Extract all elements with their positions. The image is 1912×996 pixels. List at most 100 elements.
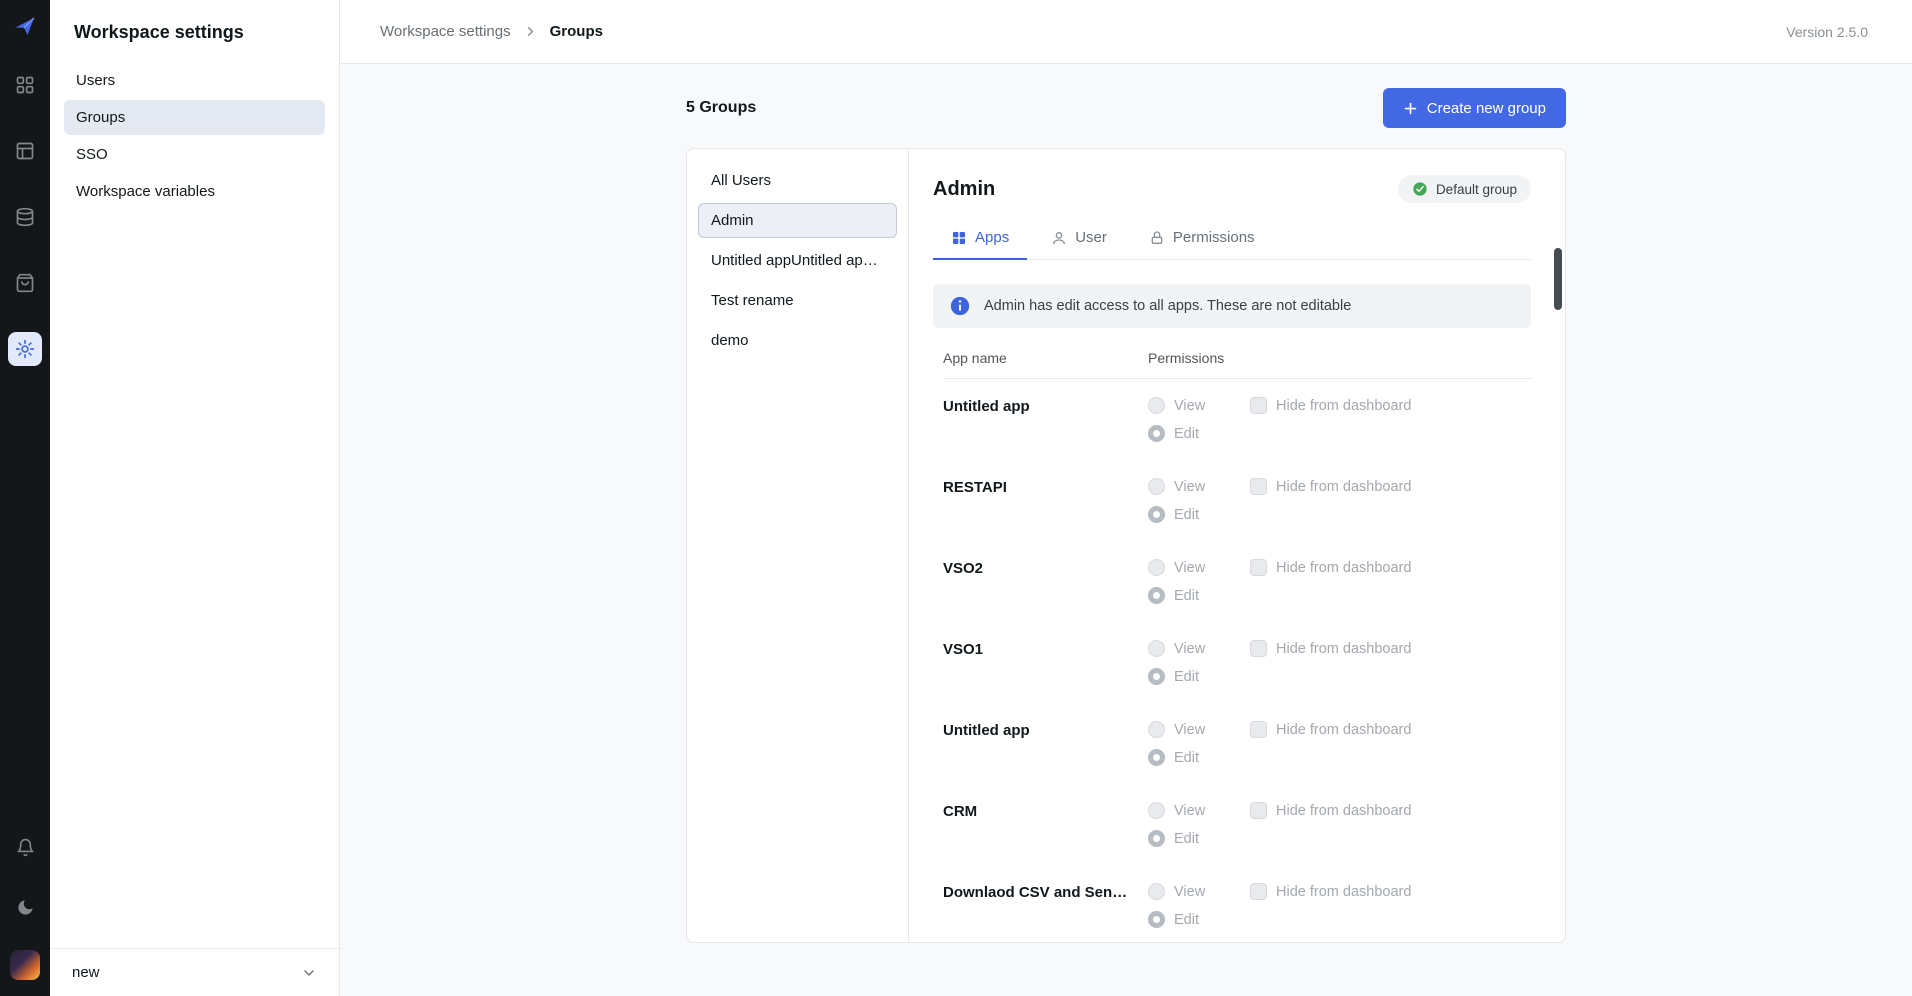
app-name: VSO1	[943, 640, 1148, 658]
data-sources-icon[interactable]	[8, 200, 42, 234]
hide-from-dashboard-label: Hide from dashboard	[1276, 803, 1411, 819]
marketplace-icon[interactable]	[8, 266, 42, 300]
hide-from-dashboard-checkbox[interactable]	[1250, 883, 1267, 900]
notifications-bell-icon[interactable]	[8, 830, 42, 864]
topbar: Workspace settings Groups Version 2.5.0	[340, 0, 1912, 64]
edit-radio-label: Edit	[1174, 831, 1199, 847]
edit-radio[interactable]	[1148, 506, 1165, 523]
tab-user[interactable]: User	[1033, 219, 1125, 259]
view-radio[interactable]	[1148, 397, 1165, 414]
view-radio-label: View	[1174, 641, 1205, 657]
hide-from-dashboard-checkbox[interactable]	[1250, 640, 1267, 657]
view-radio-label: View	[1174, 722, 1205, 738]
app-permission-rows: Untitled app View	[943, 379, 1531, 943]
edit-radio-row: Edit	[1148, 749, 1232, 766]
app-permission-row: CRM View	[943, 784, 1531, 865]
hide-from-dashboard-checkbox[interactable]	[1250, 559, 1267, 576]
edit-radio[interactable]	[1148, 425, 1165, 442]
dark-mode-moon-icon[interactable]	[8, 890, 42, 924]
tab-apps[interactable]: Apps	[933, 219, 1027, 259]
apps-icon[interactable]	[8, 68, 42, 102]
app-permission-row: Untitled app View	[943, 379, 1531, 460]
group-list-item[interactable]: Test rename	[698, 283, 897, 318]
group-tabs: Apps User Permissions	[933, 219, 1531, 260]
workspace-selector[interactable]: new	[50, 948, 339, 996]
tooljet-logo-icon[interactable]	[13, 14, 37, 38]
view-radio[interactable]	[1148, 559, 1165, 576]
create-new-group-button[interactable]: Create new group	[1383, 88, 1566, 128]
info-banner-text: Admin has edit access to all apps. These…	[984, 298, 1351, 314]
view-radio[interactable]	[1148, 478, 1165, 495]
card-scrollbar[interactable]	[1554, 153, 1562, 938]
settings-sidebar: Workspace settings UsersGroupsSSOWorkspa…	[50, 0, 340, 996]
sidebar-item[interactable]: SSO	[64, 137, 325, 172]
group-list-item[interactable]: Untitled appUntitled appUntitle...	[698, 243, 897, 278]
edit-radio-row: Edit	[1148, 830, 1232, 847]
column-permissions: Permissions	[1148, 350, 1224, 366]
hide-from-dashboard-label: Hide from dashboard	[1276, 398, 1411, 414]
view-radio[interactable]	[1148, 883, 1165, 900]
group-list-item[interactable]: All Users	[698, 163, 897, 198]
hide-from-dashboard-checkbox[interactable]	[1250, 478, 1267, 495]
edit-radio[interactable]	[1148, 830, 1165, 847]
hide-from-dashboard-row: Hide from dashboard	[1250, 559, 1411, 576]
tab-permissions[interactable]: Permissions	[1131, 219, 1273, 259]
group-detail: Admin Default group Apps	[909, 149, 1565, 942]
edit-radio-label: Edit	[1174, 426, 1199, 442]
sidebar-item[interactable]: Groups	[64, 100, 325, 135]
view-radio[interactable]	[1148, 802, 1165, 819]
page-head: 5 Groups Create new group	[686, 88, 1566, 128]
view-radio[interactable]	[1148, 721, 1165, 738]
user-avatar[interactable]	[10, 950, 40, 980]
tables-icon[interactable]	[8, 134, 42, 168]
column-app-name: App name	[943, 350, 1148, 366]
sidebar-item[interactable]: Workspace variables	[64, 174, 325, 209]
edit-radio[interactable]	[1148, 587, 1165, 604]
chevron-right-icon	[523, 24, 538, 39]
main-area: Workspace settings Groups Version 2.5.0 …	[340, 0, 1912, 996]
edit-radio[interactable]	[1148, 911, 1165, 928]
scrollbar-thumb[interactable]	[1554, 248, 1562, 310]
view-radio-row: View	[1148, 559, 1232, 576]
view-radio-label: View	[1174, 398, 1205, 414]
groups-count-label: 5 Groups	[686, 99, 756, 117]
edit-radio-label: Edit	[1174, 669, 1199, 685]
workspace-settings-icon[interactable]	[8, 332, 42, 366]
sidebar-item[interactable]: Users	[64, 63, 325, 98]
breadcrumb-root[interactable]: Workspace settings	[380, 23, 511, 40]
default-group-badge: Default group	[1398, 175, 1531, 203]
breadcrumb-current: Groups	[550, 23, 603, 40]
view-radio-row: View	[1148, 802, 1232, 819]
app-permission-row: VSO2 View	[943, 541, 1531, 622]
edit-radio-row: Edit	[1148, 506, 1232, 523]
edit-radio-row: Edit	[1148, 911, 1232, 928]
view-radio[interactable]	[1148, 640, 1165, 657]
hide-from-dashboard-row: Hide from dashboard	[1250, 802, 1411, 819]
hide-from-dashboard-row: Hide from dashboard	[1250, 883, 1411, 900]
app-permission-row: RESTAPI View	[943, 460, 1531, 541]
view-radio-label: View	[1174, 560, 1205, 576]
apps-tab-icon	[951, 230, 967, 246]
view-radio-row: View	[1148, 883, 1232, 900]
sidebar-title: Workspace settings	[50, 0, 339, 59]
hide-from-dashboard-label: Hide from dashboard	[1276, 479, 1411, 495]
view-radio-row: View	[1148, 478, 1232, 495]
hide-from-dashboard-label: Hide from dashboard	[1276, 560, 1411, 576]
breadcrumb: Workspace settings Groups	[380, 23, 603, 40]
view-radio-label: View	[1174, 479, 1205, 495]
hide-from-dashboard-checkbox[interactable]	[1250, 397, 1267, 414]
hide-from-dashboard-row: Hide from dashboard	[1250, 721, 1411, 738]
hide-from-dashboard-checkbox[interactable]	[1250, 802, 1267, 819]
apps-permissions-table: App name Permissions Untitled app	[933, 328, 1531, 943]
hide-from-dashboard-checkbox[interactable]	[1250, 721, 1267, 738]
tab-apps-label: Apps	[975, 229, 1009, 246]
edit-radio-row: Edit	[1148, 668, 1232, 685]
hide-from-dashboard-label: Hide from dashboard	[1276, 884, 1411, 900]
default-group-badge-label: Default group	[1436, 182, 1517, 197]
group-list-item[interactable]: demo	[698, 323, 897, 358]
chevron-down-icon	[301, 965, 317, 981]
edit-radio[interactable]	[1148, 668, 1165, 685]
plus-icon	[1403, 101, 1418, 116]
edit-radio[interactable]	[1148, 749, 1165, 766]
group-list-item[interactable]: Admin	[698, 203, 897, 238]
